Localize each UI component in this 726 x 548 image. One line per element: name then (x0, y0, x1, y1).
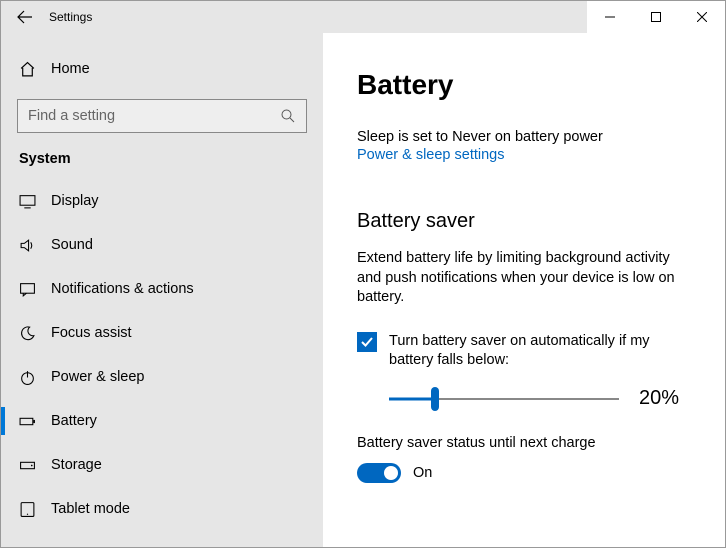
sidebar-item-storage[interactable]: Storage (1, 443, 323, 487)
sidebar-item-label: Notifications & actions (51, 281, 194, 297)
titlebar: Settings (1, 1, 725, 33)
window-controls (587, 1, 725, 33)
battery-icon (19, 413, 45, 430)
sidebar-item-notifications[interactable]: Notifications & actions (1, 267, 323, 311)
auto-saver-label: Turn battery saver on automatically if m… (389, 332, 691, 371)
sidebar-group-title: System (1, 133, 323, 179)
sidebar-item-focus-assist[interactable]: Focus assist (1, 311, 323, 355)
search-icon (270, 108, 306, 124)
sidebar-item-sound[interactable]: Sound (1, 223, 323, 267)
sidebar-item-label: Focus assist (51, 325, 132, 341)
threshold-value: 20% (639, 387, 679, 410)
close-icon (697, 12, 707, 22)
back-arrow-icon (17, 9, 33, 25)
page-title: Battery (357, 69, 691, 101)
toggle-knob (384, 466, 398, 480)
sidebar: Home System Display Sound Notifications … (1, 33, 323, 547)
status-until-charge-label: Battery saver status until next charge (357, 435, 691, 451)
message-icon (19, 281, 45, 298)
sidebar-item-display[interactable]: Display (1, 179, 323, 223)
search-input[interactable] (18, 108, 270, 124)
slider-thumb[interactable] (431, 387, 439, 411)
moon-icon (19, 325, 45, 342)
power-icon (19, 369, 45, 386)
sidebar-item-label: Tablet mode (51, 501, 130, 517)
sidebar-item-label: Display (51, 193, 99, 209)
sidebar-item-label: Storage (51, 457, 102, 473)
sidebar-item-tablet-mode[interactable]: Tablet mode (1, 487, 323, 531)
maximize-button[interactable] (633, 1, 679, 33)
sidebar-item-label: Power & sleep (51, 369, 145, 385)
threshold-slider[interactable] (389, 387, 619, 411)
search-box[interactable] (17, 99, 307, 133)
sidebar-item-battery[interactable]: Battery (1, 399, 323, 443)
minimize-icon (605, 12, 615, 22)
storage-icon (19, 457, 45, 474)
slider-track-fill (389, 397, 435, 400)
threshold-slider-row: 20% (389, 387, 691, 411)
main-content: Battery Sleep is set to Never on battery… (323, 33, 725, 547)
sidebar-item-label: Battery (51, 413, 97, 429)
auto-saver-row: Turn battery saver on automatically if m… (357, 332, 691, 371)
close-button[interactable] (679, 1, 725, 33)
checkmark-icon (360, 335, 374, 349)
battery-saver-description: Extend battery life by limiting backgrou… (357, 249, 691, 308)
home-icon (19, 61, 45, 78)
tablet-icon (19, 501, 45, 518)
status-toggle[interactable] (357, 463, 401, 483)
status-toggle-row: On (357, 463, 691, 483)
minimize-button[interactable] (587, 1, 633, 33)
window-title: Settings (49, 10, 92, 24)
display-icon (19, 193, 45, 210)
toggle-state-label: On (413, 465, 432, 481)
maximize-icon (651, 12, 661, 22)
info-text: Sleep is set to Never on battery power (357, 129, 691, 145)
auto-saver-checkbox[interactable] (357, 332, 377, 352)
sidebar-home-label: Home (51, 61, 90, 77)
sidebar-home[interactable]: Home (1, 49, 323, 89)
sidebar-item-power-sleep[interactable]: Power & sleep (1, 355, 323, 399)
sound-icon (19, 237, 45, 254)
battery-saver-heading: Battery saver (357, 210, 691, 233)
back-button[interactable] (1, 1, 49, 33)
sidebar-item-label: Sound (51, 237, 93, 253)
power-sleep-link[interactable]: Power & sleep settings (357, 147, 505, 163)
